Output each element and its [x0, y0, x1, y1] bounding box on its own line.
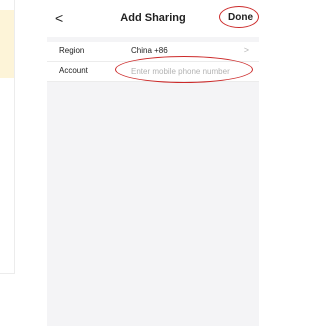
page: < Add Sharing Done Region China +86 > Ac…: [0, 0, 259, 326]
background-panel: [0, 0, 15, 274]
region-label: Region: [59, 46, 85, 55]
region-value: China +86: [131, 46, 168, 55]
account-row: Account: [47, 56, 259, 83]
navigation-bar: < Add Sharing Done: [47, 0, 259, 37]
chevron-right-icon: >: [243, 45, 249, 55]
done-button[interactable]: Done: [228, 12, 253, 24]
background-highlight: [0, 10, 14, 78]
sharing-form: Region China +86 > Account: [47, 42, 259, 83]
add-sharing-screen: < Add Sharing Done Region China +86 > Ac…: [47, 0, 259, 326]
region-row[interactable]: Region China +86 >: [47, 42, 259, 62]
account-label: Account: [59, 66, 88, 75]
phone-number-input[interactable]: [131, 64, 251, 78]
